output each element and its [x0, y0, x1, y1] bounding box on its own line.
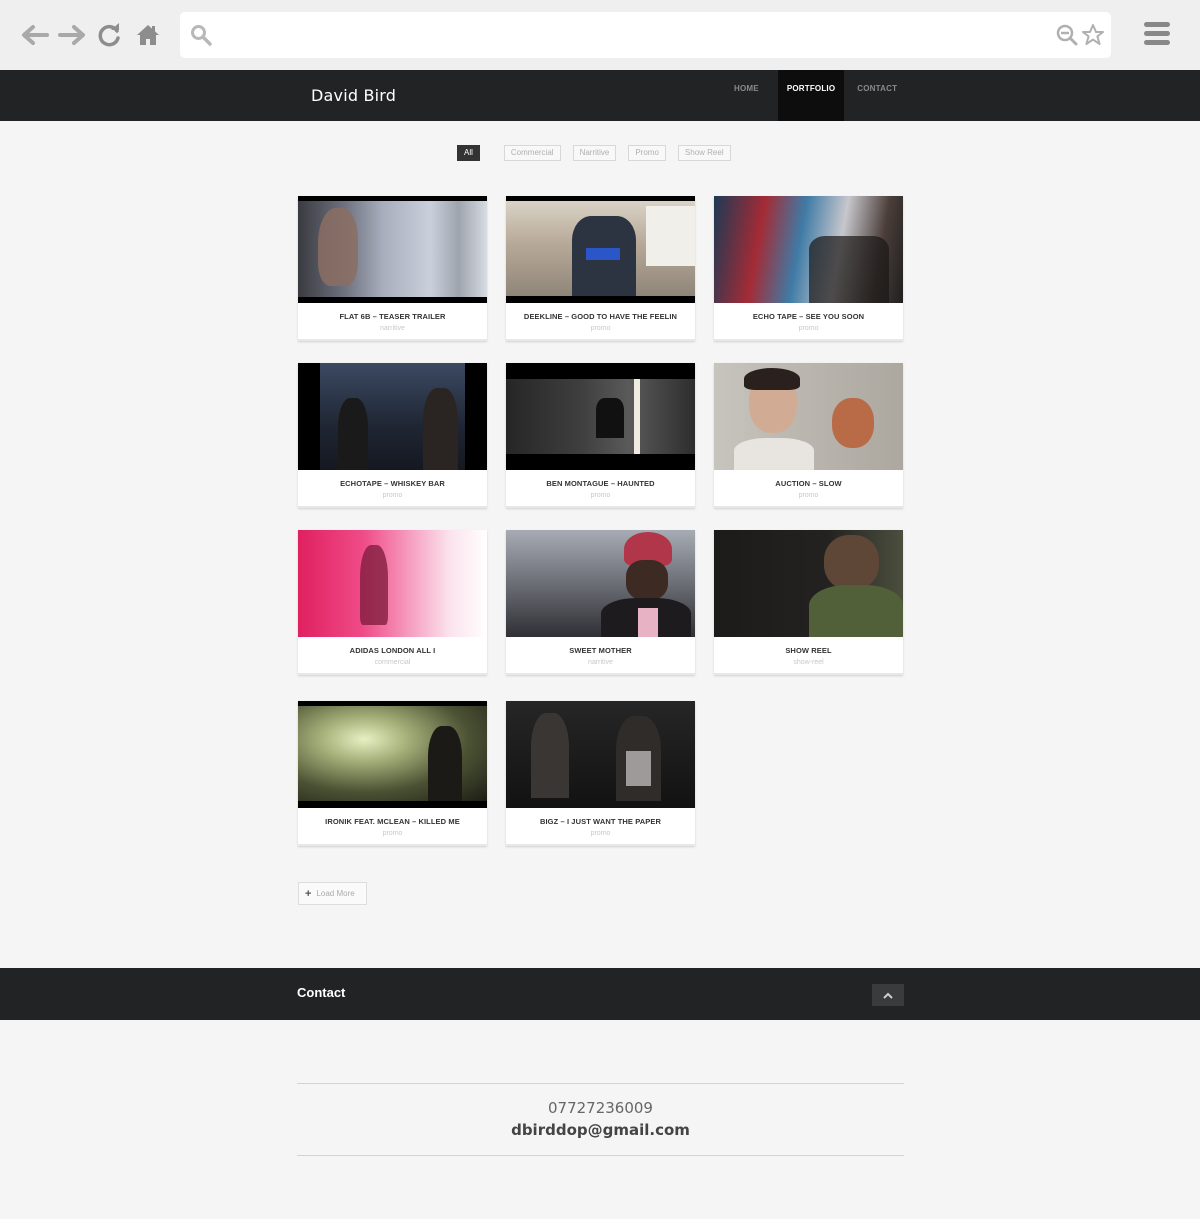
video-thumbnail[interactable]	[714, 196, 903, 303]
portfolio-item[interactable]: FLAT 6B – TEASER TRAILER narritive	[298, 196, 487, 341]
back-to-top-button[interactable]	[872, 984, 904, 1006]
item-title: SWEET MOTHER	[569, 646, 632, 655]
forward-arrow-icon[interactable]	[57, 20, 87, 50]
item-title: SHOW REEL	[785, 646, 832, 655]
item-title: IRONIK FEAT. MCLEAN – KILLED ME	[325, 817, 460, 826]
filter-promo[interactable]: Promo	[628, 145, 666, 161]
video-thumbnail[interactable]	[298, 530, 487, 637]
site-header: David Bird HOME PORTFOLIO CONTACT	[0, 70, 1200, 121]
video-thumbnail[interactable]	[506, 363, 695, 470]
item-category: commercial	[374, 659, 411, 666]
load-more-button[interactable]: + Load More	[298, 882, 367, 905]
item-category: promo	[798, 325, 819, 332]
item-category: promo	[798, 492, 819, 499]
contact-heading: Contact	[297, 985, 346, 1000]
portfolio-item[interactable]: ADIDAS LONDON ALL I commercial	[298, 530, 487, 675]
item-category: promo	[590, 492, 611, 499]
browser-toolbar	[0, 0, 1200, 70]
video-thumbnail[interactable]	[506, 196, 695, 303]
portfolio-item[interactable]: AUCTION – SLOW promo	[714, 363, 903, 508]
address-input[interactable]	[228, 12, 1048, 58]
home-icon[interactable]	[133, 20, 163, 50]
site-title[interactable]: David Bird	[311, 86, 396, 105]
main-nav: HOME PORTFOLIO CONTACT	[715, 70, 910, 121]
contact-email[interactable]: dbirddop@gmail.com	[297, 1121, 904, 1139]
item-title: BIGZ – I JUST WANT THE PAPER	[539, 817, 661, 826]
filter-narritive[interactable]: Narritive	[572, 145, 617, 161]
portfolio-filters: All Commercial Narritive Promo Show Reel	[457, 145, 731, 161]
item-title: DEEKLINE – GOOD TO HAVE THE FEELIN	[523, 312, 678, 321]
portfolio-item[interactable]: BIGZ – I JUST WANT THE PAPER promo	[506, 701, 695, 846]
back-arrow-icon[interactable]	[20, 20, 50, 50]
item-title: ECHO TAPE – SEE YOU SOON	[752, 312, 865, 321]
video-thumbnail[interactable]	[506, 530, 695, 637]
portfolio-item[interactable]: SHOW REEL show-reel	[714, 530, 903, 675]
video-thumbnail[interactable]	[298, 196, 487, 303]
item-title: AUCTION – SLOW	[775, 479, 842, 488]
plus-icon: +	[305, 887, 312, 900]
item-category: promo	[382, 492, 403, 499]
reload-icon[interactable]	[95, 20, 125, 50]
item-category: promo	[590, 325, 611, 332]
portfolio-item[interactable]: ECHO TAPE – SEE YOU SOON promo	[714, 196, 903, 341]
nav-portfolio[interactable]: PORTFOLIO	[777, 70, 845, 121]
menu-icon[interactable]	[1144, 22, 1170, 48]
nav-home[interactable]: HOME	[715, 70, 778, 121]
item-category: promo	[590, 830, 611, 837]
filter-show-reel[interactable]: Show Reel	[677, 145, 731, 161]
video-thumbnail[interactable]	[506, 701, 695, 808]
portfolio-item[interactable]: ECHOTAPE – WHISKEY BAR promo	[298, 363, 487, 508]
video-thumbnail[interactable]	[298, 363, 487, 470]
portfolio-item[interactable]: IRONIK FEAT. MCLEAN – KILLED ME promo	[298, 701, 487, 846]
item-category: narritive	[380, 325, 405, 332]
divider	[297, 1155, 904, 1156]
chevron-up-icon	[883, 992, 893, 999]
portfolio-item[interactable]: DEEKLINE – GOOD TO HAVE THE FEELIN promo	[506, 196, 695, 341]
nav-contact[interactable]: CONTACT	[844, 70, 910, 121]
item-title: ECHOTAPE – WHISKEY BAR	[340, 479, 445, 488]
contact-phone[interactable]: 07727236009	[297, 1099, 904, 1117]
portfolio-item[interactable]: SWEET MOTHER narritive	[506, 530, 695, 675]
search-icon	[190, 24, 212, 51]
video-thumbnail[interactable]	[714, 530, 903, 637]
item-title: ADIDAS LONDON ALL I	[349, 646, 436, 655]
address-bar[interactable]	[180, 12, 1111, 58]
divider	[297, 1083, 904, 1084]
item-title: FLAT 6B – TEASER TRAILER	[339, 312, 446, 321]
contact-section-header: Contact	[0, 968, 1200, 1020]
star-icon[interactable]	[1081, 23, 1105, 52]
item-category: promo	[382, 830, 403, 837]
filter-commercial[interactable]: Commercial	[503, 145, 561, 161]
video-thumbnail[interactable]	[714, 363, 903, 470]
video-thumbnail[interactable]	[298, 701, 487, 808]
item-category: narritive	[588, 659, 613, 666]
item-title: BEN MONTAGUE – HAUNTED	[546, 479, 655, 488]
filter-all[interactable]: All	[457, 145, 480, 161]
item-category: show-reel	[793, 659, 824, 666]
zoom-out-icon[interactable]	[1056, 24, 1078, 51]
portfolio-item[interactable]: BEN MONTAGUE – HAUNTED promo	[506, 363, 695, 508]
load-more-label: Load More	[316, 889, 355, 898]
